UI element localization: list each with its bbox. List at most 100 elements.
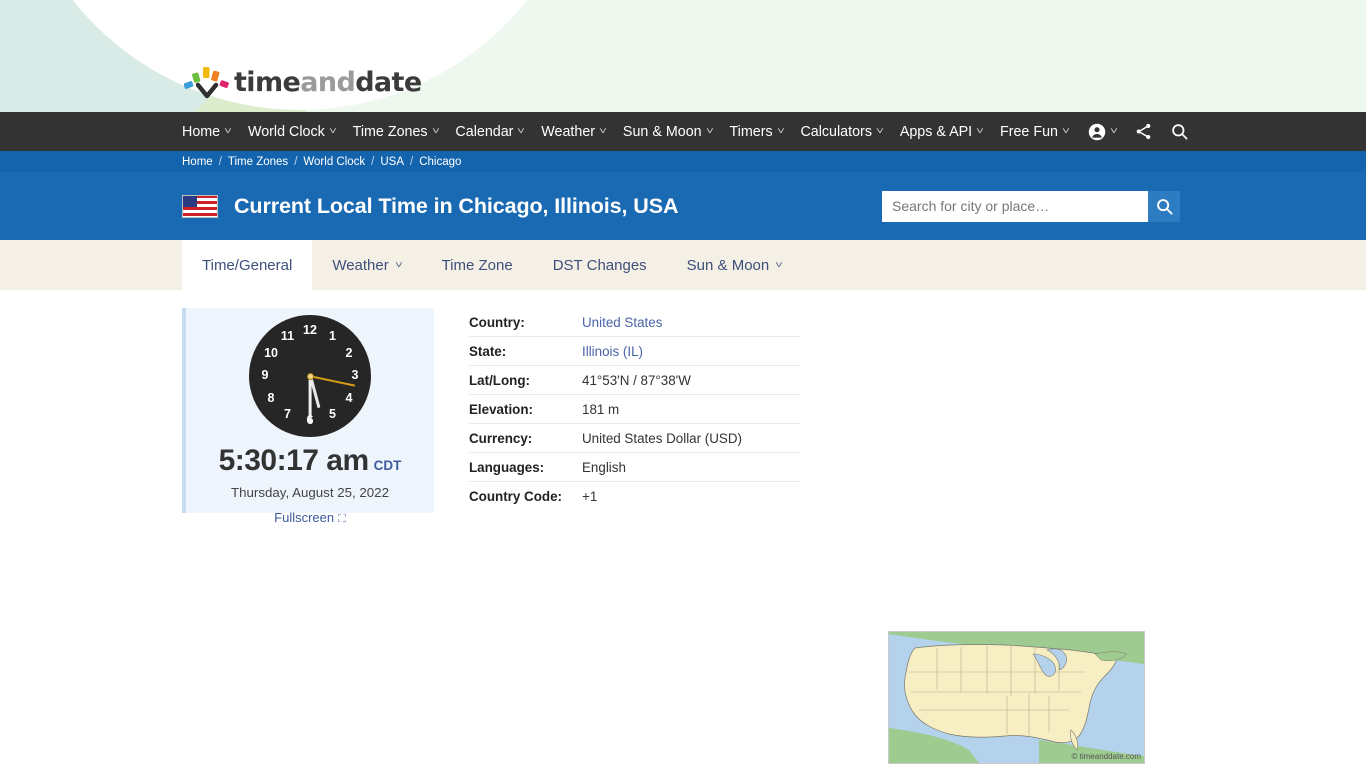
main-navigation: Home ˅ World Clock ˅ Time Zones ˅ Calendar ˅ Wea…: [0, 112, 1366, 151]
tab-time-general[interactable]: Time/General: [182, 240, 313, 290]
info-row: Currency: United States Dollar (USD): [469, 424, 801, 453]
clock-number-3: 3: [351, 368, 359, 382]
info-key: Elevation:: [469, 402, 533, 417]
page-header: Current Local Time in Chicago, Illinois,…: [0, 172, 1366, 240]
info-value: English: [582, 460, 626, 475]
timezone-abbreviation: CDT: [373, 458, 402, 473]
breadcrumb-item-usa[interactable]: USA: [380, 156, 404, 168]
info-row: Languages: English: [469, 453, 801, 482]
info-row: Country: United States: [469, 308, 801, 337]
info-row: Country Code: +1: [469, 482, 801, 510]
tab-label: Time/General: [202, 256, 293, 274]
info-key: Country Code:: [469, 489, 562, 504]
clock-number-1: 1: [329, 329, 336, 344]
clock-number-12: 12: [303, 323, 317, 337]
nav-item-sun-moon[interactable]: Sun & Moon ˅: [622, 123, 714, 140]
logo-text-date: date: [355, 66, 422, 98]
nav-item-apps-api[interactable]: Apps & API ˅: [899, 123, 984, 140]
us-flag-icon: [182, 194, 218, 218]
nav-item-weather[interactable]: Weather ˅: [541, 123, 607, 140]
nav-item-label: Calculators: [800, 123, 872, 140]
nav-item-calendar[interactable]: Calendar ˅: [455, 123, 525, 140]
nav-item-world-clock[interactable]: World Clock ˅: [247, 123, 337, 140]
info-value: 181 m: [582, 402, 620, 417]
chevron-down-icon: ˅: [224, 126, 233, 137]
share-icon[interactable]: [1134, 122, 1153, 141]
nav-item-label: Free Fun: [999, 123, 1058, 140]
clock-number-5: 5: [329, 406, 336, 421]
tab-label: Sun & Moon: [686, 256, 770, 274]
current-date: Thursday, August 25, 2022: [231, 485, 389, 500]
site-logo[interactable]: timeanddate: [184, 62, 422, 102]
map-graphic: [889, 632, 1144, 763]
info-key: State:: [469, 344, 507, 359]
search-input[interactable]: [882, 190, 1148, 222]
chevron-down-icon: ˅: [705, 126, 714, 137]
usa-location-map[interactable]: © timeanddate.com: [888, 631, 1145, 764]
search-button[interactable]: [1148, 190, 1180, 222]
info-key: Country:: [469, 315, 525, 330]
tab-label: Time Zone: [441, 256, 513, 274]
tab-time-zone[interactable]: Time Zone: [422, 240, 533, 290]
digital-time: 5:30:17 am CDT: [186, 446, 434, 476]
info-value[interactable]: Illinois (IL): [582, 344, 643, 359]
breadcrumb-item-world-clock[interactable]: World Clock: [303, 156, 365, 168]
nav-item-label: World Clock: [247, 123, 325, 140]
section-tabs: Time/General Weather ˅ Time Zone DST Changes…: [0, 240, 1366, 290]
info-row: Lat/Long: 41°53'N / 87°38'W: [469, 366, 801, 395]
search-icon: [1156, 198, 1173, 215]
logo-text-and: and: [300, 66, 356, 98]
page-title: Current Local Time in Chicago, Illinois,…: [234, 193, 679, 218]
clock-pivot: [306, 372, 314, 380]
fullscreen-link[interactable]: Fullscreen ⛶: [186, 510, 434, 526]
nav-item-label: Weather: [541, 123, 596, 140]
info-row: Elevation: 181 m: [469, 395, 801, 424]
breadcrumb: Home / Time Zones / World Clock / USA / Chicago: [0, 151, 1366, 172]
nav-item-free-fun[interactable]: Free Fun ˅: [999, 123, 1070, 140]
nav-item-timers[interactable]: Timers ˅: [729, 124, 785, 140]
nav-item-label: Time Zones: [352, 123, 428, 140]
clock-number-10: 10: [264, 345, 278, 360]
clock-number-4: 4: [345, 390, 353, 405]
clock-number-11: 11: [280, 329, 295, 344]
site-banner: timeanddate: [0, 0, 1366, 112]
info-row: State: Illinois (IL): [469, 337, 801, 366]
chevron-down-icon: ˅: [775, 259, 784, 271]
chevron-down-icon: ˅: [394, 259, 403, 271]
nav-item-home[interactable]: Home ˅: [182, 123, 233, 140]
breadcrumb-item-home[interactable]: Home: [182, 156, 213, 168]
search-box: [882, 190, 1180, 222]
nav-item-label: Sun & Moon: [622, 123, 702, 140]
expand-icon: ⛶: [338, 513, 346, 525]
clock-minute-hand: [308, 376, 312, 424]
tab-weather[interactable]: Weather ˅: [312, 240, 421, 290]
map-credit: © timeanddate.com: [1071, 752, 1141, 761]
breadcrumb-separator: /: [218, 155, 222, 168]
info-value: United States Dollar (USD): [582, 431, 742, 446]
fullscreen-label: Fullscreen: [274, 510, 335, 525]
nav-item-time-zones[interactable]: Time Zones ˅: [352, 123, 440, 140]
clock-number-8: 8: [267, 390, 275, 405]
chevron-down-icon: ˅: [776, 126, 785, 137]
info-value: +1: [582, 489, 598, 504]
analog-clock: 121234567891011: [249, 315, 371, 437]
breadcrumb-item-chicago[interactable]: Chicago: [419, 156, 461, 168]
info-key: Currency:: [469, 431, 533, 446]
info-key: Lat/Long:: [469, 373, 530, 388]
location-info-table: Country: United States State: Illinois (IL)…: [469, 308, 801, 513]
info-key: Languages:: [469, 460, 545, 475]
nav-item-label: Apps & API: [899, 123, 973, 140]
breadcrumb-item-time-zones[interactable]: Time Zones: [228, 156, 288, 168]
tab-sun-moon[interactable]: Sun & Moon ˅: [667, 240, 802, 290]
tab-dst-changes[interactable]: DST Changes: [533, 240, 667, 290]
logo-text-time: time: [234, 66, 301, 98]
nav-item-label: Calendar: [455, 123, 514, 140]
info-value[interactable]: United States: [582, 315, 662, 330]
account-icon[interactable]: ˅: [1088, 123, 1118, 141]
tab-label: DST Changes: [552, 256, 647, 274]
chevron-down-icon: ˅: [431, 126, 440, 137]
nav-item-label: Home: [182, 123, 221, 140]
search-icon[interactable]: [1170, 122, 1189, 141]
tab-label: Weather: [332, 256, 389, 274]
nav-item-calculators[interactable]: Calculators ˅: [800, 123, 883, 140]
